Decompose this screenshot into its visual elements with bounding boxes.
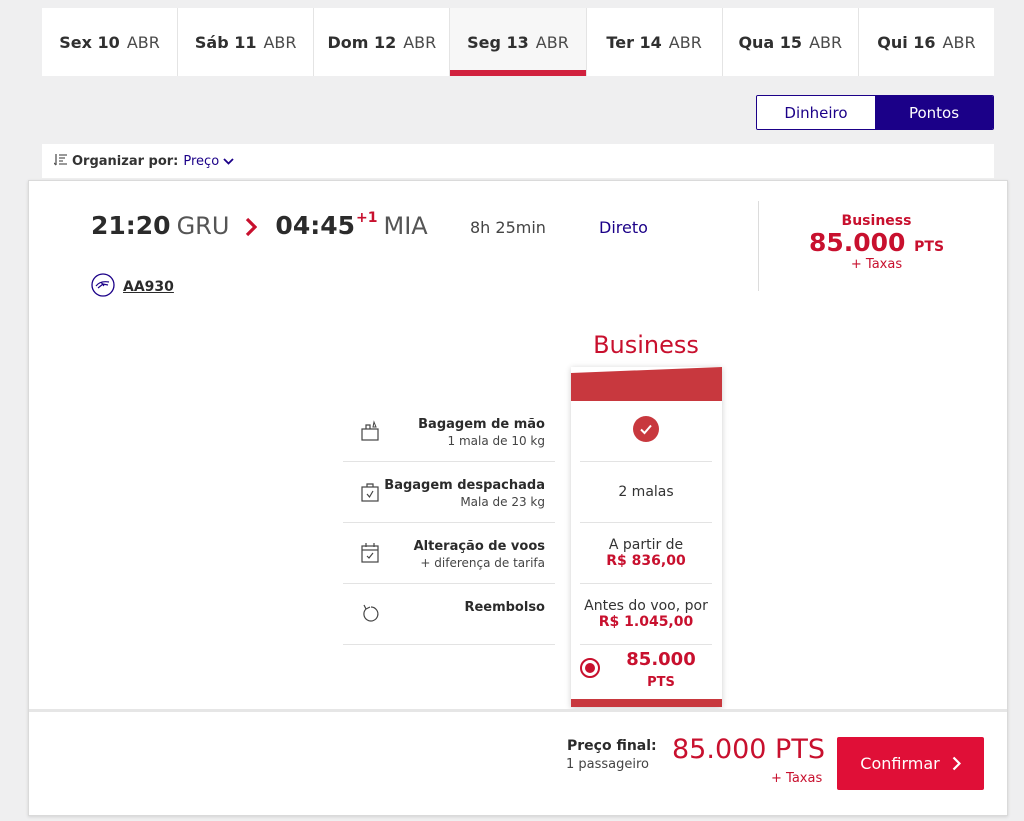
currency-toggle: Dinheiro Pontos bbox=[756, 95, 994, 130]
passenger-count: 1 passageiro bbox=[566, 757, 650, 772]
money-option[interactable]: Dinheiro bbox=[757, 96, 875, 129]
date-tab-seg-13[interactable]: Seg 13 ABR bbox=[450, 8, 587, 76]
flight-stops[interactable]: Direto bbox=[599, 218, 648, 237]
price-amount: 85.000 PTS bbox=[808, 228, 945, 257]
flight-card: 21:20 GRU 04:45 +1 MIA 8h 25min Direto A… bbox=[28, 180, 1008, 816]
chevron-right-icon bbox=[245, 217, 258, 241]
fare-points-amount: 85.000 PTS bbox=[626, 649, 696, 690]
fare-column-footer bbox=[571, 699, 722, 707]
depart-airport: GRU bbox=[176, 212, 230, 240]
final-price-total: 85.000 PTS bbox=[672, 734, 825, 765]
fare-column-header bbox=[571, 367, 722, 401]
confirm-label: Confirmar bbox=[860, 754, 940, 773]
fare-select-option[interactable]: 85.000 PTS bbox=[580, 645, 712, 695]
feature-row-flight-change: Alteração de voos + diferença de tarifa bbox=[343, 523, 555, 584]
arrive-airport: MIA bbox=[383, 212, 428, 240]
radio-selected-icon[interactable] bbox=[580, 657, 600, 683]
fare-title: Business bbox=[593, 331, 699, 359]
chevron-down-icon bbox=[223, 157, 234, 165]
check-circle-icon bbox=[633, 416, 659, 446]
sort-bar: Organizar por: Preço bbox=[42, 144, 994, 178]
sort-label: Organizar por: bbox=[72, 153, 179, 169]
chevron-right-icon bbox=[952, 756, 961, 771]
fare-cell-refund: Antes do voo, por R$ 1.045,00 bbox=[580, 584, 712, 645]
price-taxes: + Taxas bbox=[850, 256, 903, 272]
day-offset: +1 bbox=[356, 210, 378, 226]
fare-cell-flight-change: A partir de R$ 836,00 bbox=[580, 523, 712, 584]
price-divider bbox=[758, 201, 759, 291]
feature-title: Bagagem despachada bbox=[384, 478, 545, 493]
feature-subtitle: 1 mala de 10 kg bbox=[447, 433, 545, 448]
feature-subtitle: Mala de 23 kg bbox=[460, 494, 545, 509]
date-tab-sab-11[interactable]: Sáb 11 ABR bbox=[178, 8, 315, 76]
sort-dropdown[interactable]: Preço bbox=[183, 154, 234, 169]
airline-logo-icon bbox=[91, 273, 115, 301]
price-class: Business bbox=[841, 213, 912, 229]
date-tab-dom-12[interactable]: Dom 12 ABR bbox=[314, 8, 451, 76]
arrive-time: 04:45 bbox=[275, 211, 355, 240]
feature-row-hand-baggage: Bagagem de mão 1 mala de 10 kg bbox=[343, 401, 555, 462]
fare-cell-hand-baggage bbox=[580, 401, 712, 462]
sort-icon bbox=[53, 153, 68, 170]
final-price-taxes: + Taxas bbox=[771, 771, 823, 786]
fare-cell-checked-baggage: 2 malas bbox=[580, 462, 712, 523]
feature-row-refund: Reembolso bbox=[343, 584, 555, 645]
checked-baggage-icon bbox=[360, 480, 380, 508]
flight-number-link[interactable]: AA930 bbox=[123, 279, 174, 295]
flight-times: 21:20 GRU 04:45 +1 MIA bbox=[91, 210, 428, 241]
date-tab-ter-14[interactable]: Ter 14 ABR bbox=[587, 8, 723, 76]
depart-time: 21:20 bbox=[91, 211, 171, 240]
flight-number[interactable]: AA930 bbox=[91, 273, 174, 301]
final-price-label: Preço final: bbox=[567, 738, 657, 754]
feature-title: Bagagem de mão bbox=[418, 417, 545, 432]
feature-subtitle: + diferença de tarifa bbox=[420, 555, 545, 570]
date-tab-qua-15[interactable]: Qua 15 ABR bbox=[723, 8, 859, 76]
date-tabs: Sex 10 ABR Sáb 11 ABR Dom 12 ABR Seg 13 ABR … bbox=[42, 8, 994, 76]
points-option[interactable]: Pontos bbox=[875, 96, 993, 129]
confirm-button[interactable]: Confirmar bbox=[837, 737, 984, 790]
date-tab-qui-16[interactable]: Qui 16 ABR bbox=[859, 8, 994, 76]
feature-title: Reembolso bbox=[464, 600, 545, 615]
feature-row-checked-baggage: Bagagem despachada Mala de 23 kg bbox=[343, 462, 555, 523]
refund-icon bbox=[360, 602, 380, 630]
date-tab-sex-10[interactable]: Sex 10 ABR bbox=[42, 8, 179, 76]
price-summary[interactable]: Business 85.000 PTS + Taxas bbox=[799, 213, 954, 272]
calendar-icon bbox=[360, 541, 380, 569]
sort-value: Preço bbox=[183, 153, 220, 169]
price-footer: Preço final: 1 passageiro 85.000 PTS + T… bbox=[29, 709, 1007, 815]
hand-baggage-icon bbox=[360, 419, 380, 447]
feature-title: Alteração de voos bbox=[413, 539, 545, 554]
flight-duration: 8h 25min bbox=[470, 218, 546, 237]
